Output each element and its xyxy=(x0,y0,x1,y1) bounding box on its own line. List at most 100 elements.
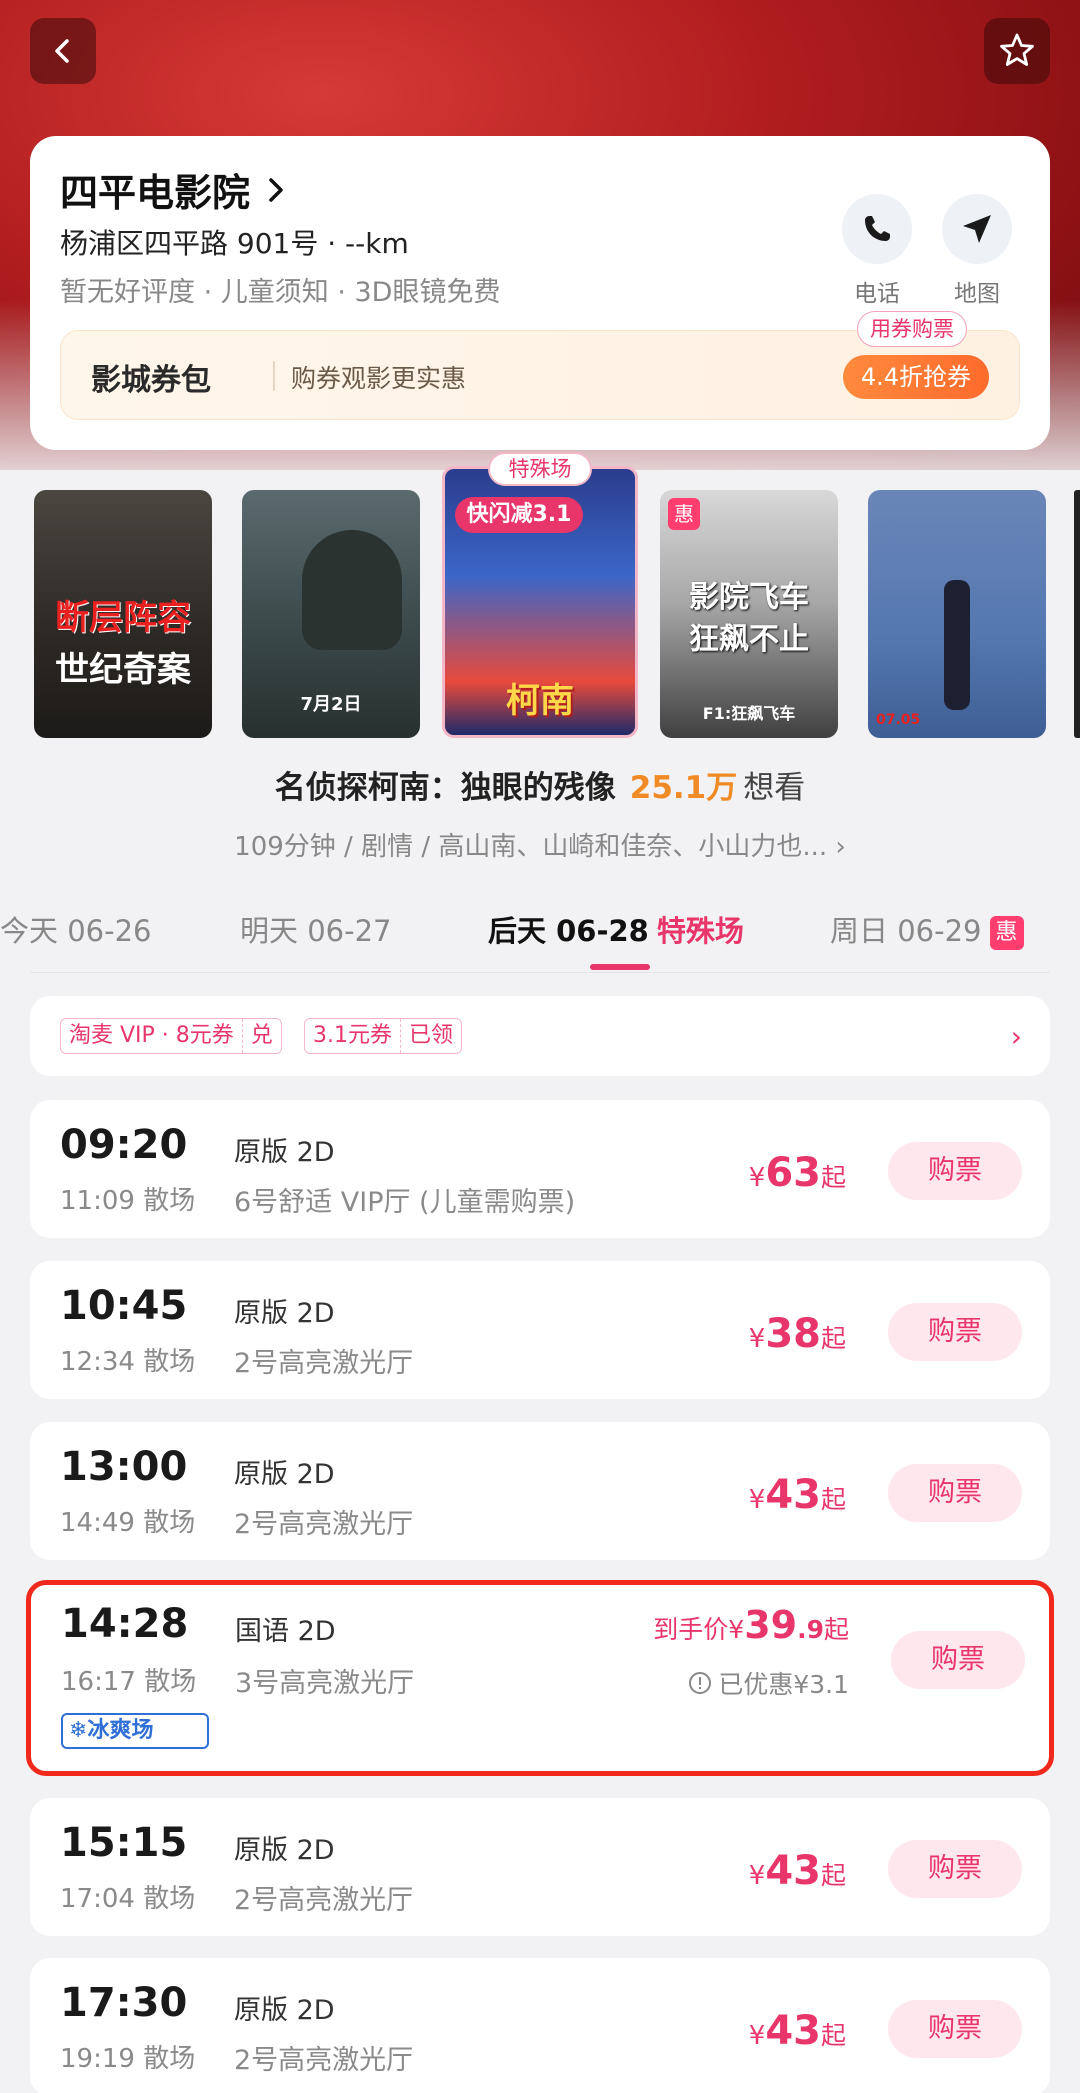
cinema-tags[interactable]: 暂无好评度 · 儿童须知 · 3D眼镜免费 xyxy=(60,270,500,309)
tab-date-0627[interactable]: 明天 06-27 xyxy=(240,908,392,950)
price-value: 63 xyxy=(765,1150,821,1196)
poster-4-title-line1: 影院飞车 xyxy=(689,580,809,615)
price-suffix: 起 xyxy=(823,1615,849,1644)
price-decimal: .9 xyxy=(797,1615,824,1644)
coupon-pack-subtitle: 购券观影更实惠 xyxy=(291,364,467,393)
movie-meta[interactable]: 109分钟 / 剧情 / 高山南、山崎和佳奈、小山力也... › xyxy=(0,826,1080,863)
cinema-info-card: 四平电影院 杨浦区四平路 901号 · --km 暂无好评度 · 儿童须知 · … xyxy=(30,136,1050,450)
discount-info: 已优惠¥3.1 xyxy=(688,1665,849,1701)
promo-coupon-row[interactable]: 淘麦 VIP · 8元券兑 3.1元券 已领 › xyxy=(30,996,1050,1076)
poster-2-date: 7月2日 xyxy=(300,694,362,715)
back-button[interactable] xyxy=(30,18,96,84)
price: ¥43起 xyxy=(749,1472,846,1518)
map-label: 地图 xyxy=(954,281,1000,307)
chevron-right-icon: › xyxy=(1010,1020,1022,1053)
phone-label: 电话 xyxy=(854,281,900,307)
price: ¥38起 xyxy=(749,1311,846,1357)
chevron-right-icon xyxy=(269,177,283,202)
buy-ticket-button[interactable]: 购票 xyxy=(888,1303,1022,1361)
navigation-arrow-icon xyxy=(963,215,991,243)
map-button[interactable]: 地图 xyxy=(932,194,1022,308)
discount-amount: 已优惠¥3.1 xyxy=(718,1670,849,1699)
showtime-row[interactable]: 10:45 12:34 散场 原版 2D 2号高亮激光厅 ¥38起 购票 xyxy=(30,1261,1050,1399)
final-price: 到手价¥39.9起 xyxy=(653,1603,849,1647)
movie-title: 名侦探柯南：独眼的残像 xyxy=(274,770,616,806)
discount-coupon-status: 已领 xyxy=(400,1019,461,1053)
poster-4-subtitle: F1:狂飙飞车 xyxy=(702,704,796,723)
showtime-row[interactable]: 13:00 14:49 散场 原版 2D 2号高亮激光厅 ¥43起 购票 xyxy=(30,1422,1050,1560)
end-time: 17:04 散场 xyxy=(60,1884,196,1914)
want-label: 想看 xyxy=(743,770,806,806)
movie-poster-3-selected[interactable]: 快闪减3.1 柯南 xyxy=(442,466,638,738)
start-time: 17:30 xyxy=(60,1980,188,2026)
end-time: 14:49 散场 xyxy=(60,1508,196,1538)
movie-poster-2[interactable]: 7月2日 xyxy=(242,490,420,738)
price-suffix: 起 xyxy=(820,1485,846,1514)
tab-date-0628[interactable]: 后天 06-28 特殊场 xyxy=(488,908,744,950)
currency: ¥ xyxy=(748,1861,766,1891)
buy-ticket-button[interactable]: 购票 xyxy=(888,1142,1022,1200)
info-icon xyxy=(689,1672,712,1694)
currency: ¥ xyxy=(748,1324,766,1354)
version-label: 国语 2D xyxy=(235,1616,336,1647)
ice-show-badge: ❄冰爽场 xyxy=(61,1713,209,1749)
buy-ticket-button[interactable]: 购票 xyxy=(888,2000,1022,2058)
buy-ticket-button[interactable]: 购票 xyxy=(891,1631,1025,1689)
price-value: 43 xyxy=(765,1848,821,1894)
currency: ¥ xyxy=(748,2021,766,2051)
poster-4-hui-badge: 惠 xyxy=(668,498,700,530)
buy-ticket-button[interactable]: 购票 xyxy=(888,1840,1022,1898)
price-value: 43 xyxy=(765,2008,821,2054)
showtime-row[interactable]: 17:30 19:19 散场 原版 2D 2号高亮激光厅 ¥43起 购票 xyxy=(30,1958,1050,2093)
final-price-prefix: 到手价¥ xyxy=(653,1615,745,1644)
vip-coupon-redeem: 兑 xyxy=(241,1019,281,1053)
hall-name: 2号高亮激光厅 xyxy=(234,1348,414,1379)
movie-poster-1[interactable]: 断层阵容 世纪奇案 xyxy=(34,490,212,738)
price-value: 43 xyxy=(765,1472,821,1518)
version-label: 原版 2D xyxy=(234,1459,335,1490)
cinema-address: 杨浦区四平路 901号 · --km xyxy=(60,227,409,260)
grab-coupon-button[interactable]: 4.4折抢券 xyxy=(842,355,989,399)
movie-poster-5[interactable]: 07.05 xyxy=(868,490,1046,738)
date-tabs: 今天 06-26 明天 06-27 后天 06-28 特殊场 周日 06-29 惠 xyxy=(0,900,1080,974)
poster-5-figure xyxy=(944,580,970,710)
coupon-pack-banner[interactable]: 影城券包 购券观影更实惠 4.4折抢券 用券购票 xyxy=(60,311,1020,420)
showtime-row[interactable]: 09:20 11:09 散场 原版 2D 6号舒适 VIP厅 (儿童需购票) ¥… xyxy=(30,1100,1050,1238)
ice-show-label: 冰爽场 xyxy=(87,1718,154,1743)
price-suffix: 起 xyxy=(820,1861,846,1890)
hall-name: 6号舒适 VIP厅 (儿童需购票) xyxy=(234,1187,576,1218)
start-time: 15:15 xyxy=(60,1820,188,1866)
start-time: 09:20 xyxy=(60,1122,188,1168)
showtime-row[interactable]: 15:15 17:04 散场 原版 2D 2号高亮激光厅 ¥43起 购票 xyxy=(30,1798,1050,1936)
poster-3-title: 柯南 xyxy=(506,681,574,721)
end-time: 19:19 散场 xyxy=(60,2044,196,2074)
end-time: 11:09 散场 xyxy=(60,1186,196,1216)
coupon-pack-divider xyxy=(273,361,275,391)
tab-date-0629[interactable]: 周日 06-29 惠 xyxy=(830,908,1024,950)
start-time: 10:45 xyxy=(60,1283,188,1329)
discount-coupon-chip[interactable]: 3.1元券 已领 xyxy=(304,1018,463,1054)
special-show-label: 特殊场 xyxy=(656,914,744,948)
vip-coupon-chip[interactable]: 淘麦 VIP · 8元券兑 xyxy=(60,1018,282,1054)
vip-coupon-label: 淘麦 VIP · 8元券 xyxy=(69,1023,234,1048)
movie-poster-4[interactable]: 惠 影院飞车 狂飙不止 F1:狂飙飞车 xyxy=(660,490,838,738)
chevron-left-icon xyxy=(55,39,69,63)
cinema-name-link[interactable]: 四平电影院 xyxy=(60,162,286,217)
tab-date-0626[interactable]: 今天 06-26 xyxy=(0,908,152,950)
discount-coupon-label: 3.1元券 xyxy=(313,1023,392,1048)
tab-date-label: 后天 06-28 xyxy=(488,914,649,948)
movie-poster-6-edge[interactable] xyxy=(1074,490,1080,738)
end-time: 16:17 散场 xyxy=(61,1667,197,1697)
phone-button[interactable]: 电话 xyxy=(832,194,922,308)
hui-badge: 惠 xyxy=(989,916,1024,950)
hall-name: 2号高亮激光厅 xyxy=(234,2045,414,2076)
hall-name: 3号高亮激光厅 xyxy=(235,1668,415,1699)
end-time: 12:34 散场 xyxy=(60,1347,196,1377)
currency: ¥ xyxy=(748,1485,766,1515)
showtime-row-highlighted[interactable]: 14:28 16:17 散场 国语 2D 3号高亮激光厅 到手价¥39.9起 已… xyxy=(26,1580,1054,1776)
price-value: 38 xyxy=(765,1311,821,1357)
favorite-button[interactable] xyxy=(984,18,1050,84)
version-label: 原版 2D xyxy=(234,1835,335,1866)
hall-name: 2号高亮激光厅 xyxy=(234,1885,414,1916)
buy-ticket-button[interactable]: 购票 xyxy=(888,1464,1022,1522)
